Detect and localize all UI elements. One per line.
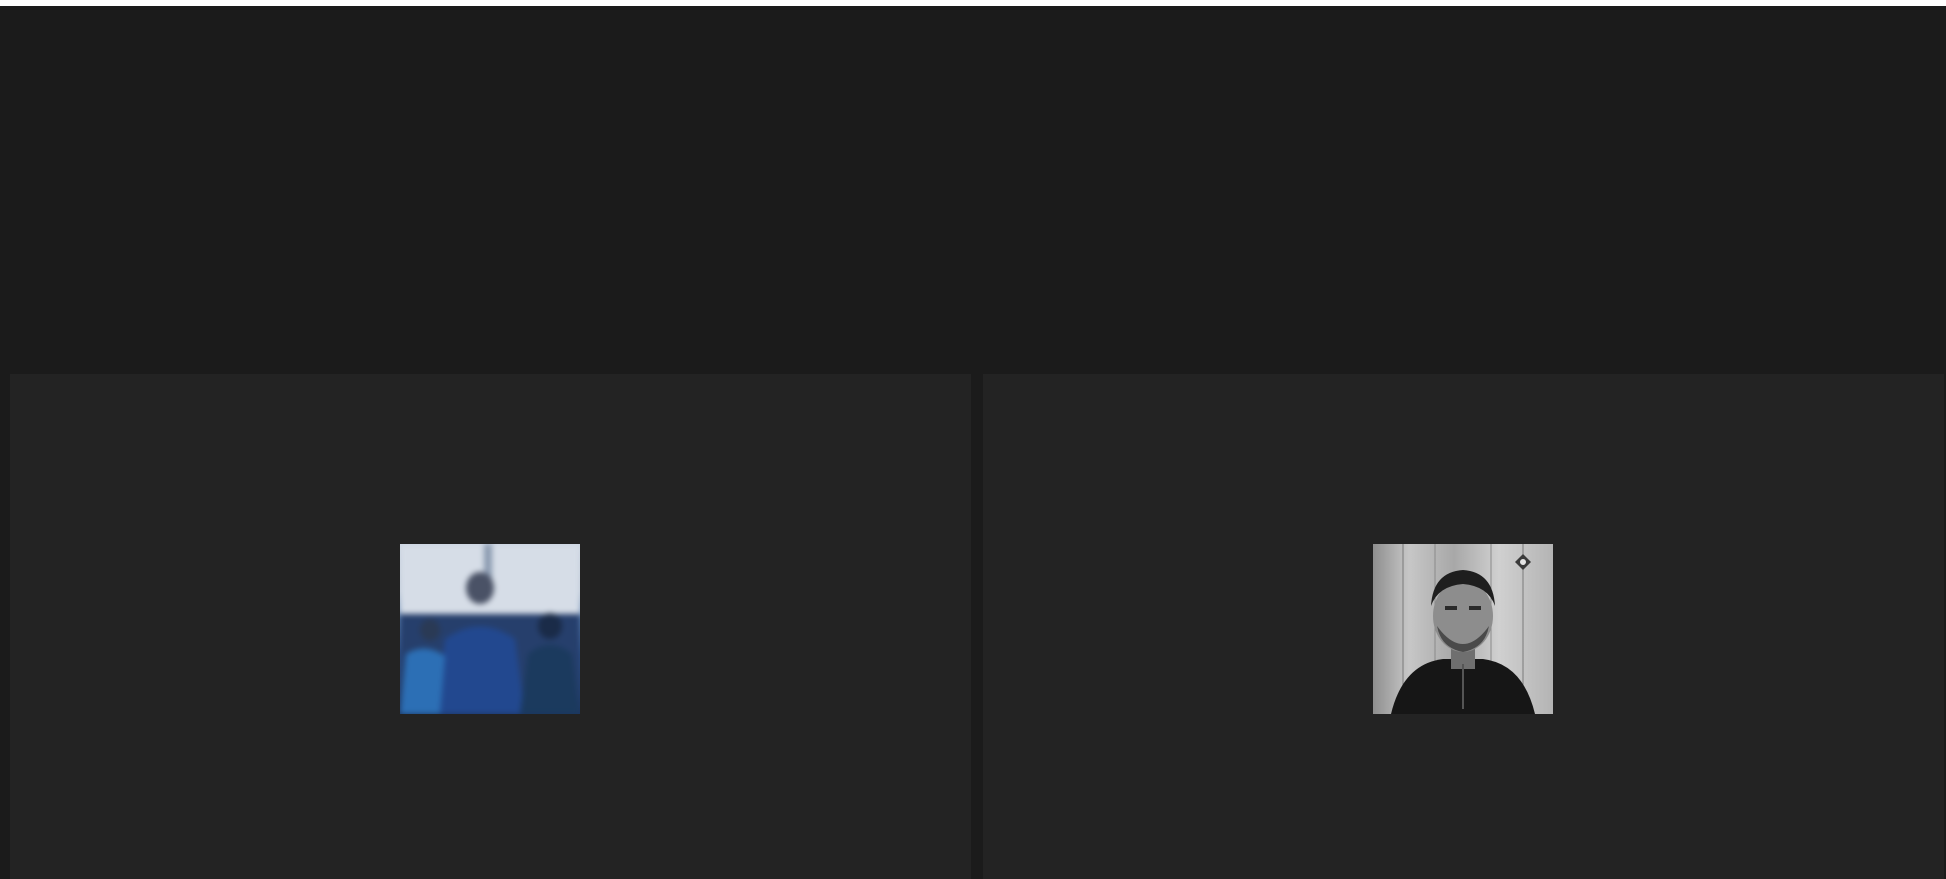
participant-1-avatar	[400, 544, 580, 714]
participant-tile-1[interactable]	[10, 374, 971, 879]
video-call-screen	[0, 0, 1946, 879]
grayscale-photo-icon	[1373, 544, 1553, 714]
participant-2-avatar	[1373, 544, 1553, 714]
blurred-photo-icon	[400, 544, 580, 714]
empty-stage-area	[0, 6, 1946, 374]
participant-tile-2[interactable]	[983, 374, 1944, 879]
